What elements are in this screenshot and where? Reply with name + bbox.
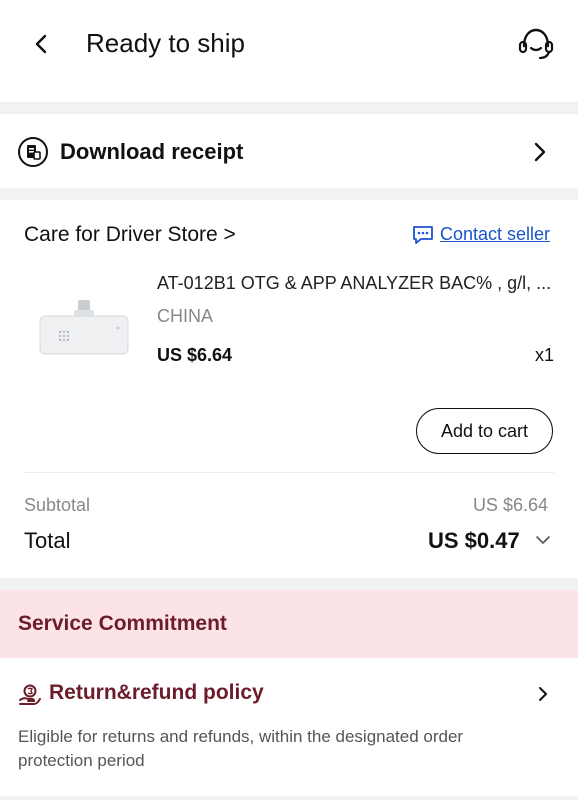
subtotal-label: Subtotal — [24, 495, 91, 515]
contact-seller-link[interactable]: Contact seller — [412, 224, 550, 245]
service-commitment-banner: Service Commitment — [0, 590, 578, 658]
headset-icon[interactable] — [516, 26, 556, 62]
total-value[interactable]: US $0.47 — [428, 528, 520, 554]
return-refund-policy-title: Return&refund policy — [49, 681, 264, 704]
product-origin: CHINA — [157, 306, 214, 326]
order-card: Care for Driver Store > Contact seller A… — [0, 200, 578, 578]
download-receipt-row[interactable]: Download receipt — [0, 114, 578, 188]
divider — [24, 472, 554, 473]
refund-hand-coin-icon — [19, 684, 41, 705]
service-commitment-title: Service Commitment — [18, 612, 227, 635]
page-title: Ready to ship — [86, 28, 245, 58]
subtotal-value: US $6.64 — [472, 495, 548, 515]
top-bar: Ready to ship — [0, 0, 578, 102]
return-refund-policy-description: Eligible for returns and refunds, within… — [18, 727, 464, 770]
chat-icon — [413, 225, 433, 244]
return-refund-policy-row[interactable]: Return&refund policy Eligible for return… — [0, 658, 578, 796]
chevron-right-icon — [539, 687, 547, 701]
contact-seller-label: Contact seller — [440, 224, 551, 244]
product-quantity: x1 — [535, 345, 555, 365]
product-name[interactable]: AT-012B1 OTG & APP ANALYZER BAC% , g/l, … — [157, 273, 557, 294]
product-price: US $6.64 — [157, 345, 233, 365]
chevron-left-icon[interactable] — [30, 32, 54, 56]
total-label: Total — [24, 528, 71, 553]
receipt-icon — [18, 137, 48, 167]
download-receipt-label: Download receipt — [60, 139, 244, 164]
product-image[interactable] — [38, 298, 130, 358]
store-name-link[interactable]: Care for Driver Store > — [24, 223, 236, 247]
chevron-down-icon[interactable] — [535, 533, 551, 547]
chevron-right-icon — [534, 142, 546, 162]
add-to-cart-button[interactable]: Add to cart — [416, 408, 553, 454]
